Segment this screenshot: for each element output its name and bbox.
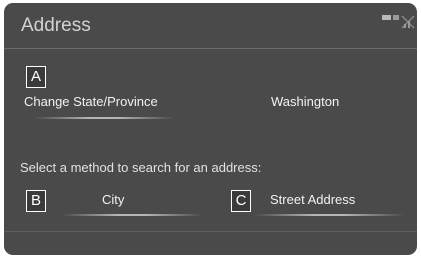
page-title: Address (21, 15, 91, 36)
search-method-prompt: Select a method to search for an address… (20, 160, 262, 175)
street-address-button[interactable]: Street Address (254, 189, 404, 217)
change-state-label: Change State/Province (24, 94, 158, 109)
bottom-divider (4, 231, 417, 232)
callout-b: B (26, 190, 46, 212)
city-label: City (102, 192, 125, 207)
street-address-label: Street Address (270, 192, 356, 207)
change-state-button[interactable]: Change State/Province (24, 91, 184, 121)
state-value: Washington (271, 94, 340, 109)
address-screen: Address A Change State/Province Washingt… (4, 3, 417, 255)
callout-c: C (231, 190, 251, 212)
callout-a: A (26, 66, 46, 88)
street-address-underline (254, 214, 404, 216)
city-underline (62, 214, 202, 216)
signal-status-icon (382, 15, 415, 29)
city-button[interactable]: City (52, 189, 202, 217)
header-divider (4, 48, 417, 49)
change-state-underline (34, 117, 174, 119)
